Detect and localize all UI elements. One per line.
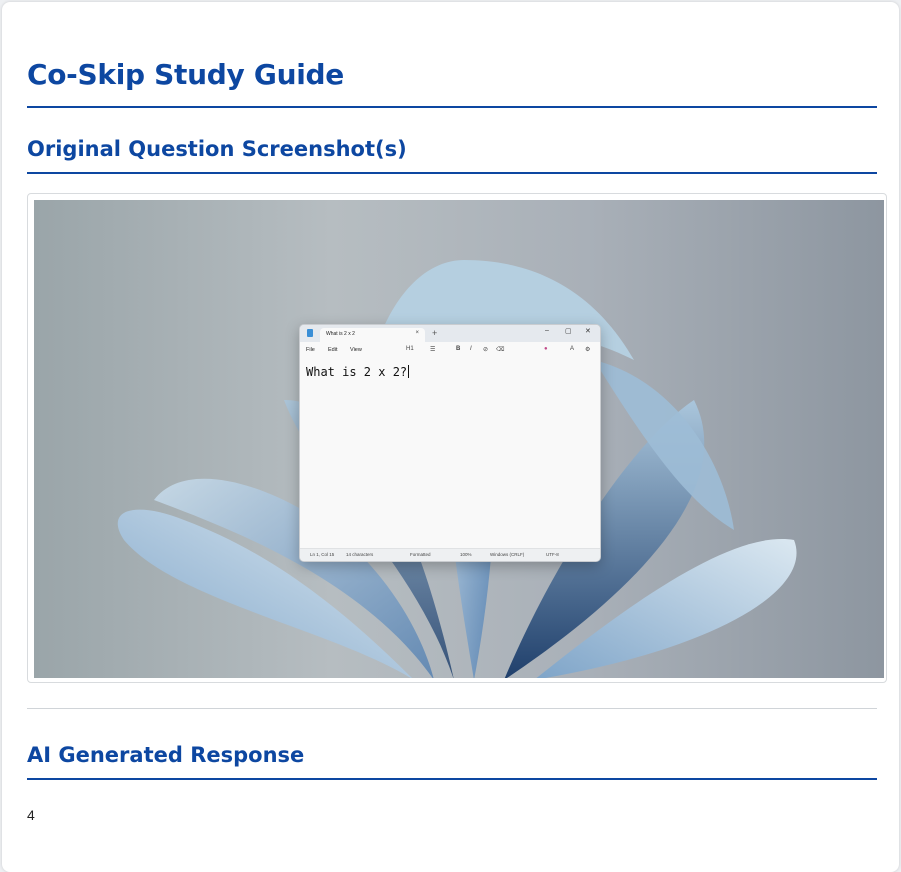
account-icon[interactable]: A [570,346,574,352]
status-format[interactable]: Formatted [410,552,431,557]
tab-close-icon[interactable]: × [415,330,419,336]
menu-file[interactable]: File [306,347,315,353]
status-line-endings: Windows (CRLF) [490,552,525,557]
notepad-titlebar: What is 2 x 2 × + – ▢ ✕ [300,325,600,342]
page-title: Co-Skip Study Guide [27,58,344,91]
italic-button[interactable]: I [470,346,472,352]
title-divider [27,106,877,108]
menu-view[interactable]: View [350,347,362,353]
status-encoding: UTF-8 [546,552,559,557]
clear-format-icon[interactable]: ⌫ [496,346,504,353]
notepad-statusbar: Ln 1, Col 15 14 characters Formatted 100… [300,548,600,561]
settings-icon[interactable]: ⚙ [585,346,590,353]
notepad-app-icon [307,329,313,337]
menu-edit[interactable]: Edit [328,347,337,353]
desktop-wallpaper: What is 2 x 2 × + – ▢ ✕ File Edit View H… [34,200,884,678]
response-text: 4 [27,807,35,823]
notepad-tab[interactable]: What is 2 x 2 × [320,328,425,342]
question-screenshot: What is 2 x 2 × + – ▢ ✕ File Edit View H… [27,193,887,683]
status-position: Ln 1, Col 15 [310,552,335,557]
new-tab-icon[interactable]: + [432,328,437,338]
screenshot-heading: Original Question Screenshot(s) [27,137,407,161]
section-divider [27,708,877,709]
notepad-body-text: What is 2 x 2? [306,365,408,379]
minimize-icon[interactable]: – [545,327,549,334]
screenshot-heading-divider [27,172,877,174]
status-zoom: 100% [460,552,472,557]
maximize-icon[interactable]: ▢ [565,327,572,335]
text-caret [408,365,410,378]
status-characters: 14 characters [346,552,374,557]
notepad-editor[interactable]: What is 2 x 2? [306,365,410,379]
response-heading: AI Generated Response [27,743,305,767]
close-icon[interactable]: ✕ [585,327,591,335]
copilot-icon[interactable]: ● [544,346,548,352]
list-icon[interactable]: ☰ [430,346,435,353]
notepad-window: What is 2 x 2 × + – ▢ ✕ File Edit View H… [299,324,601,562]
heading-dropdown[interactable]: H1 [406,346,414,352]
study-guide-page: Co-Skip Study Guide Original Question Sc… [2,2,899,872]
response-heading-divider [27,778,877,780]
notepad-tab-title: What is 2 x 2 [326,331,355,337]
notepad-menubar: File Edit View H1 ☰ B I ⊘ ⌫ ● A ⚙ [300,342,600,358]
bold-button[interactable]: B [456,346,460,352]
link-icon[interactable]: ⊘ [483,346,488,353]
